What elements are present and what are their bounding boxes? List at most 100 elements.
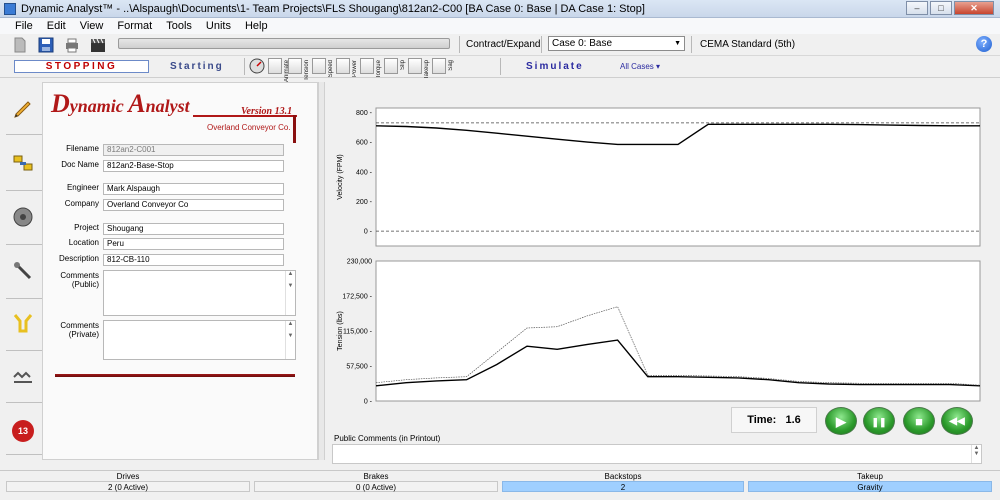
- comments-public-field[interactable]: ▲ ▼: [103, 270, 296, 316]
- scrollbar[interactable]: ▲ ▼: [285, 271, 295, 315]
- gauge-icon[interactable]: [249, 58, 265, 74]
- stop-icon: ■: [915, 414, 923, 429]
- takeup-tool[interactable]: Takeup: [408, 58, 430, 79]
- torque-tool-label: Torque: [376, 60, 382, 79]
- menu-view[interactable]: View: [73, 20, 111, 32]
- menu-bar: File Edit View Format Tools Units Help: [0, 18, 1000, 34]
- menu-units[interactable]: Units: [199, 20, 238, 32]
- slip-tool[interactable]: Slip: [384, 58, 406, 74]
- starting-tab[interactable]: Starting: [170, 61, 224, 72]
- location-label: Location: [68, 238, 99, 247]
- drives-label: Drives: [116, 472, 140, 481]
- power-tool[interactable]: Power: [336, 58, 358, 77]
- print-icon[interactable]: [64, 37, 80, 53]
- rewind-button[interactable]: ◀◀: [941, 407, 973, 435]
- toolbar-separator: [541, 36, 542, 53]
- app-logo: Dynamic Analyst: [51, 89, 190, 119]
- logo-text-1: ynamic: [69, 96, 129, 116]
- sidebar-divider: [6, 190, 42, 191]
- sidebar-divider: [6, 298, 42, 299]
- brakes-value: 0 (0 Active): [254, 481, 498, 492]
- stopping-tab[interactable]: STOPPING: [14, 60, 149, 73]
- project-field[interactable]: Shougang: [103, 223, 284, 235]
- menu-format[interactable]: Format: [110, 20, 159, 32]
- docname-label: Doc Name: [61, 160, 99, 169]
- takeup-tool-label: Takeup: [424, 60, 430, 80]
- window-controls: – □ ✕: [906, 1, 994, 15]
- time-value: 1.6: [785, 414, 801, 426]
- y-tick-label: 57,500 -: [346, 364, 372, 371]
- pulley-icon[interactable]: [12, 206, 34, 228]
- menu-file[interactable]: File: [8, 20, 40, 32]
- splitter-handle[interactable]: [318, 82, 325, 460]
- probe-icon[interactable]: [12, 260, 34, 282]
- animate-tool[interactable]: Animate: [268, 58, 290, 82]
- takeup-icon[interactable]: [12, 312, 34, 334]
- speed-tool[interactable]: Speed: [312, 58, 334, 77]
- takeup-label: Takeup: [857, 472, 883, 481]
- tension-tool-label: Tension: [304, 60, 310, 81]
- company-label: Company: [64, 199, 99, 208]
- new-file-icon[interactable]: [12, 37, 28, 53]
- save-icon[interactable]: [38, 37, 54, 53]
- project-label: Project: [74, 223, 99, 232]
- chart-area: Velocity (FPM) 800 -600 -400 -200 -0 - Ten…: [334, 88, 982, 406]
- power-tool-label: Power: [352, 60, 358, 78]
- company-logo-text: Overland Conveyor Co.: [207, 123, 291, 132]
- case-select[interactable]: Case 0: Base ▼: [548, 36, 685, 51]
- simulation-charts: Velocity (FPM)800 -600 -400 -200 -0 -Ten…: [337, 107, 981, 406]
- belt-icon[interactable]: [12, 366, 34, 388]
- scrollbar[interactable]: ▲ ▼: [285, 321, 295, 359]
- location-field[interactable]: Peru: [103, 238, 284, 250]
- company-field[interactable]: Overland Conveyor Co: [103, 199, 284, 211]
- comments-private-field[interactable]: ▲ ▼: [103, 320, 296, 360]
- comments-public-label: Comments (Public): [60, 271, 99, 289]
- menu-tools[interactable]: Tools: [159, 20, 199, 32]
- backstops-label: Backstops: [604, 472, 642, 481]
- docname-field[interactable]: 812an2-Base-Stop: [103, 160, 284, 172]
- sag-tool-label: Sag: [448, 60, 454, 71]
- pause-button[interactable]: ❚❚: [863, 407, 895, 435]
- maximize-button[interactable]: □: [930, 1, 952, 15]
- chevron-down-icon: ▼: [674, 40, 681, 47]
- drive-icon[interactable]: [12, 152, 34, 174]
- engineer-label: Engineer: [66, 183, 99, 192]
- torque-tool[interactable]: Torque: [360, 58, 382, 78]
- takeup-value: Gravity: [748, 481, 992, 492]
- all-cases-dropdown[interactable]: All Cases ▾: [620, 62, 660, 71]
- description-field[interactable]: 812-CB-110: [103, 254, 284, 266]
- y-tick-label: 172,500 -: [342, 294, 372, 301]
- backstops-value: 2: [502, 481, 744, 492]
- sidebar-divider: [6, 244, 42, 245]
- time-label: Time:: [747, 414, 777, 426]
- minimize-button[interactable]: –: [906, 1, 928, 15]
- title-bar: Dynamic Analyst™ - ..\Alspaugh\Documents…: [0, 0, 1000, 18]
- clapper-icon[interactable]: [90, 37, 106, 53]
- play-button[interactable]: ▶: [825, 407, 857, 435]
- document-panel: Dynamic Analyst Version 13.1 Overland Co…: [42, 82, 318, 460]
- public-comments-field[interactable]: ▲ ▼: [332, 444, 982, 464]
- app-icon: [4, 2, 16, 15]
- description-label: Description: [58, 254, 99, 263]
- tension-tool[interactable]: Tension: [288, 58, 310, 81]
- menu-edit[interactable]: Edit: [40, 20, 73, 32]
- contract-expand-button[interactable]: Contract/Expand: [466, 39, 541, 50]
- scrollbar[interactable]: ▲ ▼: [971, 445, 981, 463]
- y-tick-label: 230,000: [347, 259, 372, 266]
- pencil-icon[interactable]: [12, 98, 34, 120]
- case-badge-icon[interactable]: 13: [12, 420, 34, 442]
- engineer-field[interactable]: Mark Alspaugh: [103, 183, 284, 195]
- y-tick-label: 600 -: [356, 140, 373, 147]
- standard-label: CEMA Standard (5th): [700, 39, 796, 50]
- help-icon[interactable]: ?: [976, 36, 992, 52]
- menu-help[interactable]: Help: [238, 20, 275, 32]
- pause-icon: ❚❚: [871, 417, 887, 427]
- sag-tool[interactable]: Sag: [432, 58, 454, 74]
- stop-button[interactable]: ■: [903, 407, 935, 435]
- speed-tool-label: Speed: [328, 60, 334, 78]
- simulate-button[interactable]: Simulate: [526, 61, 584, 72]
- rewind-icon: ◀◀: [949, 416, 965, 427]
- y-tick-label: 800 -: [356, 110, 373, 117]
- play-icon: ▶: [836, 414, 846, 429]
- close-button[interactable]: ✕: [954, 1, 994, 15]
